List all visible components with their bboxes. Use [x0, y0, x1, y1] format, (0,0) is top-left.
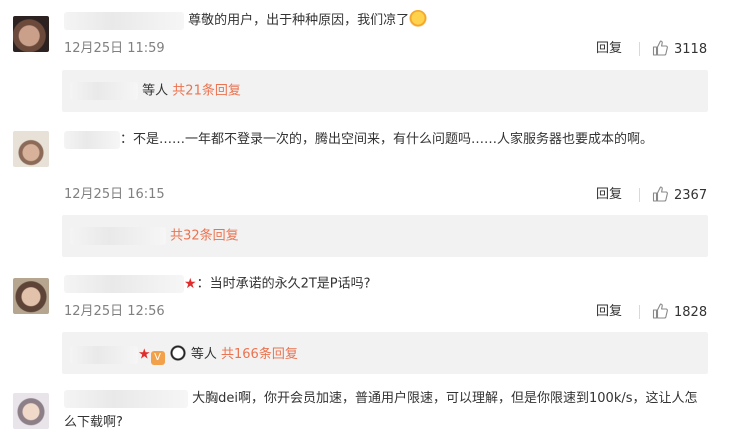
reply-button[interactable]: 回复	[596, 186, 622, 204]
reply-summary: ★ V 等人 共166条回复	[62, 332, 708, 374]
cool-face-emoji-icon	[409, 10, 428, 28]
username[interactable]	[64, 11, 184, 30]
comment-text: 尊敬的用户，出于种种原因，我们凉了	[188, 13, 410, 28]
comment-content: 大胸dei啊，你开会员加速，普通用户限速，可以理解，但是你限速到100k/s，这…	[64, 387, 710, 435]
reply-button[interactable]: 回复	[596, 303, 622, 321]
vip-badge-icon: V	[150, 351, 165, 365]
red-star-icon: ★	[138, 346, 151, 363]
view-replies-link[interactable]: 共166条回复	[221, 347, 298, 362]
thumbs-up-icon	[652, 303, 668, 319]
reply-button[interactable]: 回复	[596, 40, 622, 58]
like-button[interactable]: 1828	[652, 303, 707, 322]
reply-summary-content: 共32条回复	[70, 227, 239, 246]
view-replies-link[interactable]: 共21条回复	[172, 84, 241, 99]
reply-summary-content: ★ V 等人 共166条回复	[70, 344, 298, 365]
comment-time: 12月25日 16:15	[64, 187, 165, 202]
like-button[interactable]: 3118	[652, 40, 707, 59]
username[interactable]	[64, 275, 184, 293]
divider	[639, 305, 640, 319]
thumbs-up-icon	[652, 40, 668, 56]
like-count: 1828	[674, 305, 708, 320]
like-count: 3118	[674, 42, 708, 57]
comment-content: ：不是……一年都不登录一次的，腾出空间来，有什么问题吗……人家服务器也要成本的啊…	[64, 128, 710, 152]
reply-summary: 等人 共21条回复	[62, 70, 708, 112]
avatar[interactable]	[13, 16, 49, 52]
reply-suffix: 等人	[190, 347, 217, 362]
avatar[interactable]	[13, 278, 49, 314]
panda-emoji-icon	[168, 344, 187, 362]
reply-username[interactable]	[70, 82, 138, 100]
reply-username[interactable]	[70, 227, 166, 245]
comment-text: ：不是……一年都不登录一次的，腾出空间来，有什么问题吗……人家服务器也要成本的啊…	[120, 132, 654, 147]
comment-time: 12月25日 11:59	[64, 41, 165, 56]
comment-content: ★：当时承诺的永久2T是P话吗?	[64, 272, 710, 297]
comment-text: ：当时承诺的永久2T是P话吗?	[196, 276, 371, 292]
reply-suffix: 等人	[142, 83, 169, 99]
reply-username[interactable]	[70, 345, 138, 364]
avatar[interactable]	[13, 131, 49, 167]
comment-time: 12月25日 12:56	[64, 304, 165, 319]
username[interactable]	[64, 389, 188, 408]
red-star-icon: ★	[184, 276, 197, 292]
thumbs-up-icon	[652, 186, 668, 202]
like-button[interactable]: 2367	[652, 186, 707, 205]
comment-content: 尊敬的用户，出于种种原因，我们凉了	[64, 9, 710, 33]
divider	[639, 188, 640, 202]
reply-summary: 共32条回复	[62, 215, 708, 257]
avatar[interactable]	[13, 393, 49, 429]
reply-summary-content: 等人 共21条回复	[70, 82, 241, 101]
view-replies-link[interactable]: 共32条回复	[170, 229, 239, 244]
username[interactable]	[64, 130, 120, 149]
like-count: 2367	[674, 188, 708, 203]
divider	[639, 42, 640, 56]
